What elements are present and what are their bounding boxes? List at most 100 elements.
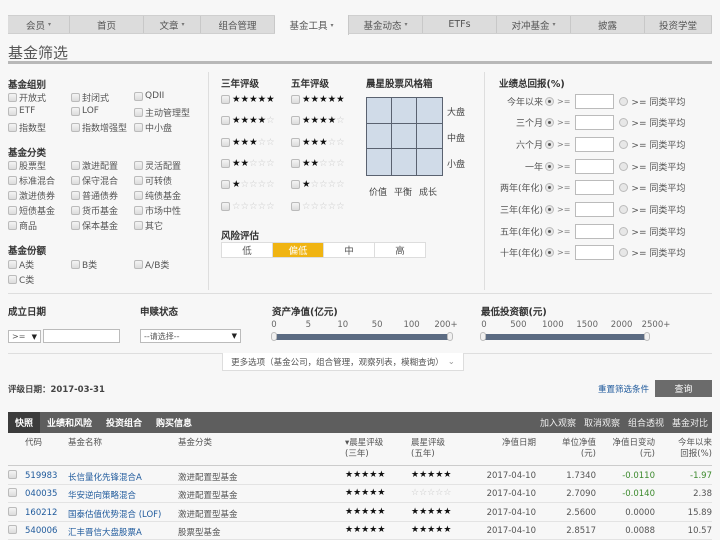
fund-code-link[interactable]: 540006 xyxy=(25,526,57,536)
radio-threshold[interactable] xyxy=(545,161,554,171)
filter-checkbox[interactable]: 中小盘 xyxy=(134,121,172,134)
result-action-button[interactable]: 加入观察 xyxy=(536,416,580,429)
col-rating3[interactable]: ▾晨星评级 (三年) xyxy=(345,438,383,460)
checkbox-icon[interactable] xyxy=(8,123,17,132)
nav-item[interactable]: ETFs xyxy=(423,16,497,33)
risk-option[interactable]: 偏低 xyxy=(273,243,324,257)
rating-option[interactable]: ★★☆☆☆ xyxy=(291,158,345,169)
filter-checkbox[interactable]: 指数增强型 xyxy=(71,121,127,134)
result-tab[interactable]: 购买信息 xyxy=(149,412,199,433)
filter-checkbox[interactable]: 其它 xyxy=(134,219,163,232)
checkbox-icon[interactable] xyxy=(8,488,17,498)
checkbox-icon[interactable] xyxy=(134,176,143,185)
more-options-toggle[interactable]: 更多选项（基金公司，组合管理，观察列表，模糊查询） ⌄ xyxy=(222,353,464,371)
rating-option[interactable]: ★★★★☆ xyxy=(291,115,345,126)
checkbox-icon[interactable] xyxy=(8,206,17,215)
checkbox-icon[interactable] xyxy=(8,93,17,102)
checkbox-icon[interactable] xyxy=(71,161,80,170)
checkbox-icon[interactable] xyxy=(134,221,143,230)
col-code[interactable]: 代码 xyxy=(25,438,42,449)
net-assets-slider-max-handle[interactable] xyxy=(447,332,453,341)
risk-option[interactable]: 高 xyxy=(375,243,425,257)
filter-checkbox[interactable]: 标准混合 xyxy=(8,174,55,187)
checkbox-icon[interactable] xyxy=(134,161,143,170)
nav-item[interactable]: 会员 ▾ xyxy=(8,16,70,33)
net-assets-slider-min-handle[interactable] xyxy=(271,332,277,341)
filter-checkbox[interactable]: 开放式 xyxy=(8,91,46,104)
checkbox-icon[interactable] xyxy=(71,123,80,132)
result-action-button[interactable]: 组合透视 xyxy=(624,416,668,429)
checkbox-icon[interactable] xyxy=(134,260,143,269)
radio-peer-average[interactable] xyxy=(619,139,629,149)
row-select-checkbox[interactable] xyxy=(8,488,19,498)
style-cell-mid-growth[interactable] xyxy=(417,124,442,150)
fund-code-link[interactable]: 519983 xyxy=(25,471,57,481)
radio-threshold[interactable] xyxy=(545,205,554,214)
style-cell-large-value[interactable] xyxy=(367,98,392,124)
checkbox-icon[interactable] xyxy=(134,91,143,101)
checkbox-icon[interactable] xyxy=(8,275,17,284)
radio-peer-average[interactable] xyxy=(619,118,629,128)
col-change[interactable]: 净值日变动 (元) xyxy=(602,438,655,460)
filter-checkbox[interactable]: 货币基金 xyxy=(71,204,118,217)
col-name[interactable]: 基金名称 xyxy=(68,438,102,449)
filter-checkbox[interactable]: 股票型 xyxy=(8,159,46,172)
fund-name-link[interactable]: 华安逆向策略混合 xyxy=(68,489,136,501)
filter-checkbox[interactable]: 普通债券 xyxy=(71,189,118,202)
style-cell-small-growth[interactable] xyxy=(417,149,442,175)
filter-checkbox[interactable]: A/B类 xyxy=(134,258,169,271)
rating-option[interactable]: ★★★☆☆ xyxy=(291,137,345,148)
checkbox-icon[interactable] xyxy=(71,191,80,200)
col-nav[interactable]: 单位净值 (元) xyxy=(548,438,596,460)
checkbox-icon[interactable] xyxy=(8,221,17,230)
checkbox-icon[interactable] xyxy=(221,158,230,168)
checkbox-icon[interactable] xyxy=(291,137,300,147)
filter-checkbox[interactable]: 激进配置 xyxy=(71,159,118,172)
rating-option[interactable]: ☆☆☆☆☆ xyxy=(291,201,345,212)
return-threshold-input[interactable] xyxy=(575,180,615,196)
col-ytd[interactable]: 今年以来 回报(%) xyxy=(668,438,712,460)
checkbox-icon[interactable] xyxy=(8,470,17,479)
nav-item[interactable]: 基金工具 ▾ xyxy=(275,15,349,35)
nav-item[interactable]: 对冲基金 ▾ xyxy=(497,16,571,33)
checkbox-icon[interactable] xyxy=(71,260,80,269)
rating-option[interactable]: ★☆☆☆☆ xyxy=(221,179,275,190)
style-cell-small-value[interactable] xyxy=(367,149,392,175)
checkbox-icon[interactable] xyxy=(291,158,300,168)
rating-option[interactable]: ★☆☆☆☆ xyxy=(291,179,345,190)
checkbox-icon[interactable] xyxy=(221,137,230,147)
min-investment-slider-max-handle[interactable] xyxy=(644,332,650,341)
rating-option[interactable]: ☆☆☆☆☆ xyxy=(221,201,275,212)
checkbox-icon[interactable] xyxy=(8,524,17,534)
checkbox-icon[interactable] xyxy=(134,108,143,117)
checkbox-icon[interactable] xyxy=(221,116,230,126)
checkbox-icon[interactable] xyxy=(71,221,80,230)
return-threshold-input[interactable] xyxy=(575,136,615,152)
checkbox-icon[interactable] xyxy=(71,206,80,215)
fund-name-link[interactable]: 国泰估值优势混合 (LOF) xyxy=(68,508,161,520)
filter-checkbox[interactable]: 可转债 xyxy=(134,174,172,187)
nav-item[interactable]: 投资学堂 xyxy=(645,16,712,33)
checkbox-icon[interactable] xyxy=(291,180,300,190)
checkbox-icon[interactable] xyxy=(8,191,17,200)
checkbox-icon[interactable] xyxy=(71,106,80,116)
col-category[interactable]: 基金分类 xyxy=(178,438,212,449)
radio-peer-average[interactable] xyxy=(619,226,629,236)
radio-threshold[interactable] xyxy=(545,248,554,258)
min-investment-slider-min-handle[interactable] xyxy=(480,332,486,341)
checkbox-icon[interactable] xyxy=(71,176,80,185)
checkbox-icon[interactable] xyxy=(221,95,230,104)
filter-checkbox[interactable]: 封闭式 xyxy=(71,91,109,104)
checkbox-icon[interactable] xyxy=(291,116,300,126)
nav-item[interactable]: 组合管理 xyxy=(201,16,275,33)
style-cell-mid-value[interactable] xyxy=(367,123,392,150)
nav-item[interactable]: 披露 xyxy=(571,16,645,33)
nav-item[interactable]: 文章 ▾ xyxy=(144,16,201,33)
radio-threshold[interactable] xyxy=(545,96,554,106)
checkbox-icon[interactable] xyxy=(8,176,17,185)
checkbox-icon[interactable] xyxy=(8,260,17,269)
return-threshold-input[interactable] xyxy=(575,202,615,217)
filter-checkbox[interactable]: 指数型 xyxy=(8,121,46,134)
filter-checkbox[interactable]: 保本基金 xyxy=(71,219,118,232)
result-tab[interactable]: 投资组合 xyxy=(99,412,149,433)
